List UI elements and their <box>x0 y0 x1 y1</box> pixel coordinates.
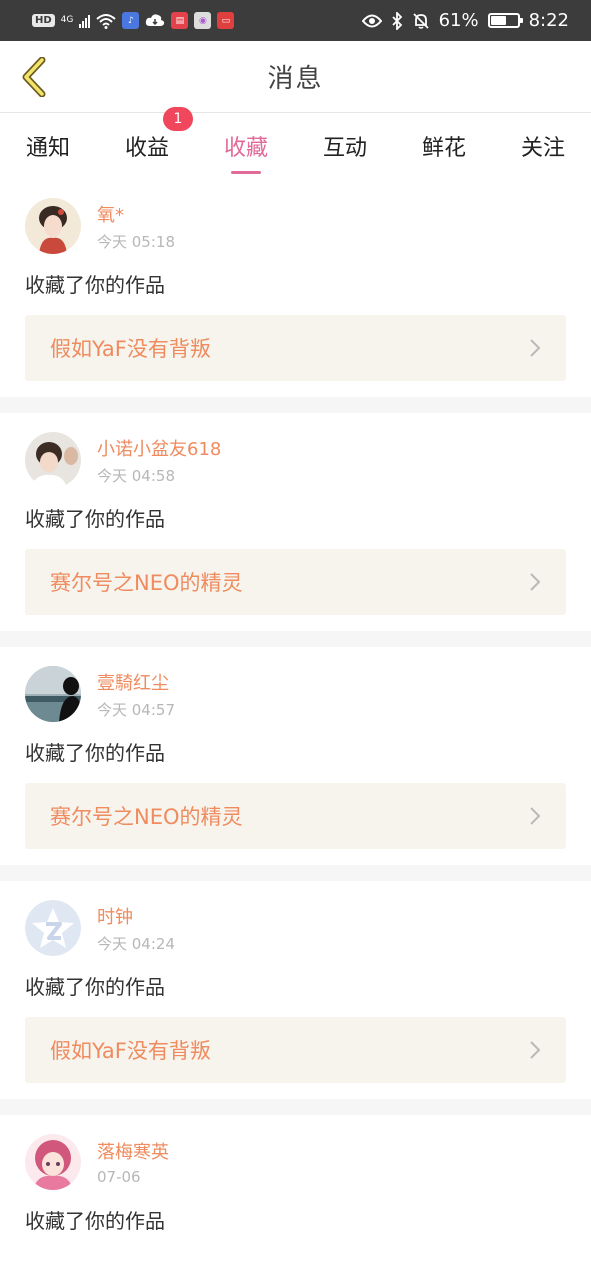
tab-interaction[interactable]: 互动 <box>321 113 369 179</box>
tab-label: 关注 <box>520 136 565 161</box>
timestamp: 今天 04:58 <box>97 466 175 485</box>
action-text: 收藏了你的作品 <box>25 741 165 765</box>
list-item: 落梅寒英 07-06 收藏了你的作品 <box>0 1115 591 1235</box>
work-title: 假如YaF没有背叛 <box>50 1039 211 1063</box>
avatar[interactable] <box>25 198 81 254</box>
item-meta: 小诺小盆友618 今天 04:58 <box>97 435 221 486</box>
message-tabs: 通知 收益 1 收藏 互动 鲜花 关注 <box>0 107 591 179</box>
status-bar-right: 61% 8:22 <box>361 10 569 31</box>
list-item: 时钟 今天 04:24 收藏了你的作品 假如YaF没有背叛 <box>0 881 591 1115</box>
battery-icon <box>487 13 523 28</box>
work-title: 赛尔号之NEO的精灵 <box>50 571 243 595</box>
avatar[interactable] <box>25 900 81 956</box>
item-meta: 氧* 今天 05:18 <box>97 201 175 252</box>
list-item: 小诺小盆友618 今天 04:58 收藏了你的作品 赛尔号之NEO的精灵 <box>0 413 591 647</box>
wifi-icon <box>96 13 117 29</box>
item-meta: 壹騎红尘 今天 04:57 <box>97 669 175 720</box>
tab-label: 鲜花 <box>421 136 466 161</box>
chevron-right-icon <box>526 805 544 827</box>
chevron-right-icon <box>526 337 544 359</box>
clock: 8:22 <box>528 10 569 31</box>
tab-label: 收藏 <box>223 136 268 161</box>
divider <box>0 865 591 881</box>
list-item: 氧* 今天 05:18 收藏了你的作品 假如YaF没有背叛 <box>0 179 591 413</box>
avatar[interactable] <box>25 1134 81 1190</box>
list-item: 壹騎红尘 今天 04:57 收藏了你的作品 赛尔号之NEO的精灵 <box>0 647 591 881</box>
bluetooth-icon <box>391 11 402 30</box>
work-link[interactable]: 赛尔号之NEO的精灵 <box>25 783 566 849</box>
tab-label: 收益 <box>124 136 169 161</box>
tab-earnings[interactable]: 收益 1 <box>123 107 193 179</box>
username[interactable]: 时钟 <box>97 903 175 929</box>
username[interactable]: 壹騎红尘 <box>97 669 175 695</box>
work-title: 假如YaF没有背叛 <box>50 337 211 361</box>
item-meta: 落梅寒英 07-06 <box>97 1138 169 1186</box>
tab-label: 通知 <box>25 136 70 161</box>
back-button[interactable] <box>14 55 54 99</box>
tab-label: 互动 <box>322 136 367 161</box>
network-type: 4G <box>60 15 74 25</box>
mute-bell-icon <box>412 12 429 29</box>
action-text: 收藏了你的作品 <box>25 507 165 531</box>
username[interactable]: 氧* <box>97 201 175 227</box>
work-link[interactable]: 假如YaF没有背叛 <box>25 315 566 381</box>
hd-indicator: HD <box>32 14 55 27</box>
avatar[interactable] <box>25 432 81 488</box>
action-text: 收藏了你的作品 <box>25 975 165 999</box>
username[interactable]: 小诺小盆友618 <box>97 435 221 461</box>
tab-flowers[interactable]: 鲜花 <box>420 113 468 179</box>
username[interactable]: 落梅寒英 <box>97 1138 169 1164</box>
shop-app-icon: ▭ <box>217 12 235 29</box>
action-text: 收藏了你的作品 <box>25 1209 165 1233</box>
tab-favorites[interactable]: 收藏 <box>222 113 270 179</box>
tab-notice[interactable]: 通知 <box>24 113 72 179</box>
timestamp: 07-06 <box>97 1168 141 1186</box>
eye-icon <box>361 14 382 27</box>
tab-follow[interactable]: 关注 <box>519 113 567 179</box>
work-title: 赛尔号之NEO的精灵 <box>50 805 243 829</box>
cloud-download-icon <box>146 13 165 26</box>
timestamp: 今天 04:24 <box>97 934 175 953</box>
unread-badge: 1 <box>163 107 193 131</box>
header: 消息 <box>0 41 591 113</box>
item-meta: 时钟 今天 04:24 <box>97 903 175 954</box>
item-header: 壹騎红尘 今天 04:57 <box>25 665 566 723</box>
gallery-app-icon: ◉ <box>194 12 212 29</box>
divider <box>0 1099 591 1115</box>
red-app-icon: ▤ <box>171 12 189 29</box>
timestamp: 今天 04:57 <box>97 700 175 719</box>
item-header: 氧* 今天 05:18 <box>25 197 566 255</box>
chevron-right-icon <box>526 1039 544 1061</box>
timestamp: 今天 05:18 <box>97 232 175 251</box>
status-bar: HD 4G ♪ ▤ ◉ ▭ 61% 8:22 <box>0 0 591 41</box>
avatar[interactable] <box>25 666 81 722</box>
work-link[interactable]: 赛尔号之NEO的精灵 <box>25 549 566 615</box>
chevron-right-icon <box>526 571 544 593</box>
work-link[interactable]: 假如YaF没有背叛 <box>25 1017 566 1083</box>
item-header: 落梅寒英 07-06 <box>25 1133 566 1191</box>
favorites-feed: 氧* 今天 05:18 收藏了你的作品 假如YaF没有背叛 小诺小盆友618 今… <box>0 179 591 1235</box>
item-header: 小诺小盆友618 今天 04:58 <box>25 431 566 489</box>
divider <box>0 631 591 647</box>
divider <box>0 397 591 413</box>
item-header: 时钟 今天 04:24 <box>25 899 566 957</box>
battery-percent: 61% <box>438 10 479 31</box>
music-app-icon: ♪ <box>122 12 140 29</box>
status-bar-left: HD 4G ♪ ▤ ◉ ▭ <box>32 12 235 29</box>
signal-icon <box>79 14 91 28</box>
back-chevron-icon <box>22 57 46 97</box>
action-text: 收藏了你的作品 <box>25 273 165 297</box>
page-title: 消息 <box>267 64 324 94</box>
